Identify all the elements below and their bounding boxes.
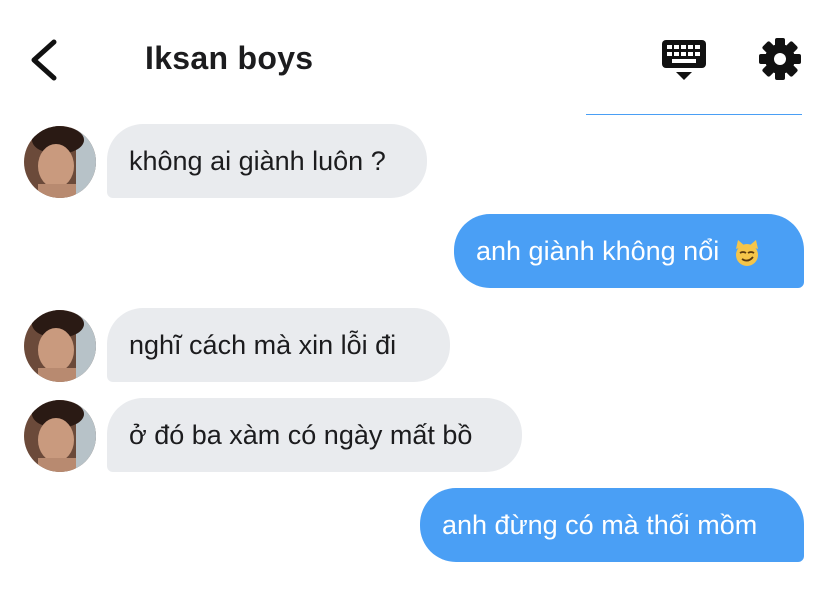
message-bubble-incoming[interactable]: nghĩ cách mà xin lỗi đi [107, 308, 450, 382]
message-bubble-outgoing[interactable]: anh giành không nổi [454, 214, 804, 288]
avatar[interactable] [24, 126, 96, 198]
message-text: nghĩ cách mà xin lỗi đi [129, 330, 397, 360]
avatar[interactable] [24, 310, 96, 382]
message-bubble-incoming[interactable]: không ai giành luôn ? [107, 124, 427, 198]
message-bubble-outgoing[interactable]: anh đừng có mà thối mồm [420, 488, 804, 562]
keyboard-icon[interactable] [660, 38, 708, 82]
message-text: anh giành không nổi [476, 236, 720, 266]
message-bubble-incoming[interactable]: ở đó ba xàm có ngày mất bồ [107, 398, 522, 472]
message-text: ở đó ba xàm có ngày mất bồ [129, 420, 473, 450]
chat-title: Iksan boys [145, 40, 314, 76]
message-text: không ai giành luôn ? [129, 146, 386, 176]
message-text: anh đừng có mà thối mồm [442, 510, 758, 540]
smirking-cat-emoji [735, 239, 758, 266]
gear-icon[interactable] [757, 36, 803, 82]
avatar[interactable] [24, 400, 96, 472]
chevron-left-icon[interactable] [26, 36, 66, 84]
header-divider [586, 114, 802, 115]
chat-header: Iksan boys [0, 0, 828, 118]
